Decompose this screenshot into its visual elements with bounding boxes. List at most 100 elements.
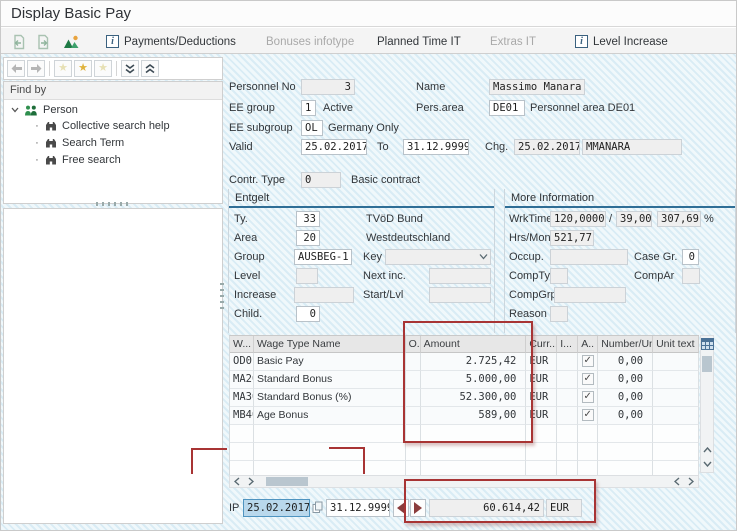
- next-record-icon[interactable]: [34, 33, 52, 50]
- period-from-field[interactable]: 25.02.2017: [243, 499, 310, 517]
- comp-grp-field[interactable]: [554, 287, 626, 303]
- cell-o[interactable]: [406, 407, 421, 425]
- cell-amount[interactable]: 52.300,00: [421, 389, 527, 407]
- cell-currency[interactable]: EUR: [526, 371, 557, 389]
- cell-i[interactable]: [557, 371, 578, 389]
- total-amount-field[interactable]: 60.614,42: [429, 499, 544, 517]
- col-header-wage-type[interactable]: W...: [230, 336, 254, 353]
- table-horizontal-scrollbar[interactable]: [229, 475, 699, 488]
- table-settings-icon[interactable]: [701, 337, 714, 355]
- expand-all-button[interactable]: [141, 60, 159, 77]
- wage-table-row[interactable]: MA30 Standard Bonus (%) 52.300,00 EUR 0,…: [230, 389, 699, 407]
- wage-table-row[interactable]: MB40 Age Bonus 589,00 EUR 0,00: [230, 407, 699, 425]
- start-lvl-field[interactable]: [429, 287, 491, 303]
- cell-wage-type[interactable]: MA30: [230, 389, 254, 407]
- level-increase-button[interactable]: i Level Increase: [575, 33, 668, 50]
- valid-to-field[interactable]: 31.12.9999: [403, 139, 469, 155]
- occup-field[interactable]: [550, 249, 628, 265]
- scrollbar-thumb[interactable]: [702, 356, 712, 372]
- valid-from-field[interactable]: 25.02.2017: [301, 139, 367, 155]
- cell-i[interactable]: [557, 353, 578, 371]
- comp-ar-field[interactable]: [682, 268, 700, 284]
- col-header-number-unit[interactable]: Number/Unit: [598, 336, 653, 353]
- child-field[interactable]: 0: [296, 306, 320, 322]
- planned-time-it-button[interactable]: Planned Time IT: [377, 33, 461, 50]
- checkbox-icon[interactable]: [582, 391, 594, 403]
- chevron-down-icon[interactable]: [11, 107, 19, 113]
- cell-number-unit[interactable]: 0,00: [598, 407, 653, 425]
- personnel-no-field[interactable]: 3: [301, 79, 355, 95]
- previous-record-icon[interactable]: [9, 33, 27, 50]
- cell-o[interactable]: [406, 353, 421, 371]
- favorites-button[interactable]: ★: [74, 60, 92, 77]
- nav-back-button[interactable]: [7, 60, 25, 77]
- cell-unit-text[interactable]: [653, 353, 699, 371]
- cell-unit-text[interactable]: [653, 371, 699, 389]
- cell-indirect-valuation[interactable]: [578, 389, 598, 407]
- group-field[interactable]: AUSBEG-1: [294, 249, 352, 265]
- chg-date-field[interactable]: 25.02.2017: [514, 139, 580, 155]
- scroll-up-icon[interactable]: [701, 444, 713, 456]
- scroll-right-icon[interactable]: [684, 476, 698, 487]
- cell-currency[interactable]: EUR: [526, 353, 557, 371]
- cell-wage-type-name[interactable]: Standard Bonus: [254, 371, 406, 389]
- checkbox-icon[interactable]: [582, 355, 594, 367]
- period-to-field[interactable]: 31.12.9999: [326, 499, 390, 517]
- payments-deductions-button[interactable]: i Payments/Deductions: [106, 33, 236, 50]
- wage-table-empty-row[interactable]: [230, 443, 699, 461]
- checkbox-icon[interactable]: [582, 409, 594, 421]
- collapse-all-button[interactable]: [121, 60, 139, 77]
- overview-icon[interactable]: [62, 33, 80, 50]
- scroll-left-icon[interactable]: [670, 476, 684, 487]
- cell-indirect-valuation[interactable]: [578, 353, 598, 371]
- case-gr-field[interactable]: 0: [682, 249, 699, 265]
- cell-wage-type[interactable]: MA20: [230, 371, 254, 389]
- col-header-name[interactable]: Wage Type Name: [254, 336, 406, 353]
- cell-unit-text[interactable]: [653, 389, 699, 407]
- total-currency-field[interactable]: EUR: [546, 499, 582, 517]
- checkbox-icon[interactable]: [582, 373, 594, 385]
- cell-number-unit[interactable]: 0,00: [598, 371, 653, 389]
- col-header-currency[interactable]: Curr...: [526, 336, 557, 353]
- name-field[interactable]: Massimo Manara: [489, 79, 585, 95]
- col-header-amount[interactable]: Amount: [421, 336, 527, 353]
- search-tree-item[interactable]: · Collective search help: [4, 117, 222, 134]
- scroll-left-icon[interactable]: [230, 476, 244, 487]
- remove-favorite-button[interactable]: ★: [94, 60, 112, 77]
- cell-wage-type[interactable]: MB40: [230, 407, 254, 425]
- nav-forward-button[interactable]: [27, 60, 45, 77]
- cell-amount[interactable]: 5.000,00: [421, 371, 527, 389]
- add-favorite-button[interactable]: ★: [54, 60, 72, 77]
- cell-unit-text[interactable]: [653, 407, 699, 425]
- hrs-mon-field[interactable]: 521,77: [550, 230, 594, 246]
- cell-wage-type-name[interactable]: Standard Bonus (%): [254, 389, 406, 407]
- increase-field[interactable]: [294, 287, 354, 303]
- vertical-splitter-handle[interactable]: [220, 283, 224, 309]
- area-field[interactable]: 20: [296, 230, 320, 246]
- wage-table-row[interactable]: MA20 Standard Bonus 5.000,00 EUR 0,00: [230, 371, 699, 389]
- cell-wage-type[interactable]: OD01: [230, 353, 254, 371]
- wage-table-empty-row[interactable]: [230, 425, 699, 443]
- col-header-o[interactable]: O.: [406, 336, 421, 353]
- cell-wage-type-name[interactable]: Basic Pay: [254, 353, 406, 371]
- col-header-unit-text[interactable]: Unit text: [653, 336, 699, 353]
- wrktime-field-2[interactable]: 39,00: [616, 211, 652, 227]
- cell-indirect-valuation[interactable]: [578, 371, 598, 389]
- contr-type-field[interactable]: 0: [301, 172, 341, 188]
- cell-currency[interactable]: EUR: [526, 389, 557, 407]
- cell-number-unit[interactable]: 0,00: [598, 389, 653, 407]
- key-dropdown[interactable]: [385, 249, 491, 265]
- pers-area-field[interactable]: DE01: [489, 100, 525, 116]
- cell-wage-type-name[interactable]: Age Bonus: [254, 407, 406, 425]
- comp-ty-field[interactable]: [550, 268, 568, 284]
- cell-i[interactable]: [557, 389, 578, 407]
- search-tree-item[interactable]: · Free search: [4, 151, 222, 168]
- col-header-i[interactable]: I...: [557, 336, 578, 353]
- previous-period-button[interactable]: [393, 499, 409, 517]
- cell-number-unit[interactable]: 0,00: [598, 353, 653, 371]
- tree-node-person[interactable]: Person: [4, 100, 222, 117]
- horizontal-splitter-handle[interactable]: [96, 202, 130, 206]
- cell-amount[interactable]: 2.725,42: [421, 353, 527, 371]
- cell-currency[interactable]: EUR: [526, 407, 557, 425]
- col-header-a[interactable]: A..: [578, 336, 598, 353]
